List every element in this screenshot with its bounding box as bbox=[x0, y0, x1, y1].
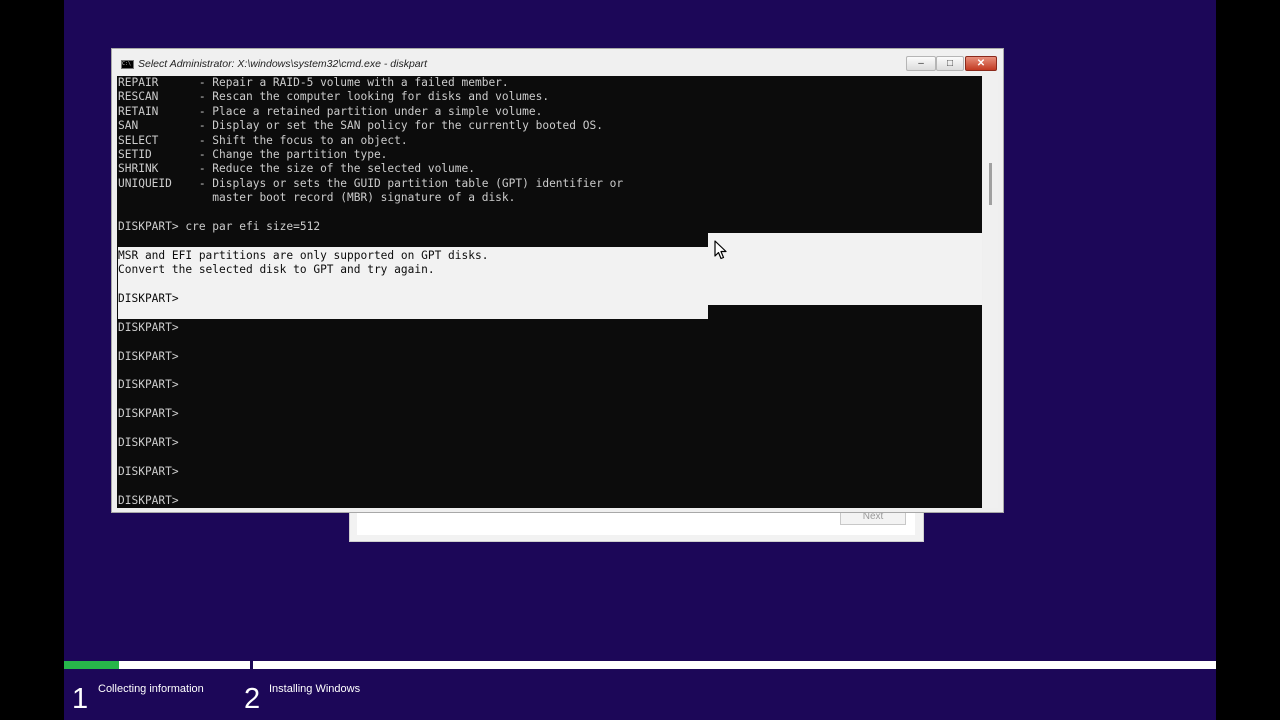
close-button[interactable]: ✕ bbox=[965, 56, 997, 71]
console-line: DISKPART> bbox=[118, 320, 179, 334]
step-1-number: 1 bbox=[72, 683, 89, 715]
step-2-number: 2 bbox=[244, 683, 261, 715]
title-bar[interactable]: C:\ Select Administrator: X:\windows\sys… bbox=[112, 49, 1003, 76]
setup-progress-fill bbox=[64, 661, 120, 669]
console-line: SETID - Change the partition type. bbox=[118, 148, 388, 161]
console-line: MSR and EFI partitions are only supporte… bbox=[118, 248, 489, 262]
text-selection-highlight-extension bbox=[708, 233, 982, 305]
command-prompt-window[interactable]: C:\ Select Administrator: X:\windows\sys… bbox=[111, 48, 1004, 513]
console-line: DISKPART> bbox=[118, 493, 179, 507]
console-line: DISKPART> bbox=[118, 464, 179, 478]
console-line: SHRINK - Reduce the size of the selected… bbox=[118, 162, 475, 176]
console-line: UNIQUEID - Displays or sets the GUID par… bbox=[118, 176, 624, 190]
console-line: DISKPART> bbox=[118, 292, 179, 305]
console-line: DISKPART> bbox=[118, 349, 179, 363]
console-line: RESCAN - Rescan the computer looking for… bbox=[118, 90, 550, 104]
mouse-pointer-icon bbox=[714, 240, 727, 260]
progress-step-divider bbox=[250, 661, 253, 669]
step-1-label: Collecting information bbox=[98, 683, 204, 695]
console-line: SELECT - Shift the focus to an object. bbox=[118, 133, 408, 147]
console-icon: C:\ bbox=[121, 60, 134, 69]
setup-progress-track bbox=[64, 661, 1216, 669]
vertical-scrollbar[interactable] bbox=[983, 76, 998, 508]
scrollbar-thumb[interactable] bbox=[989, 163, 992, 205]
letterbox-left bbox=[0, 0, 64, 720]
console-line: RETAIN - Place a retained partition unde… bbox=[118, 104, 543, 118]
letterbox-right bbox=[1216, 0, 1280, 720]
console-line: DISKPART> cre par efi size=512 bbox=[118, 220, 321, 233]
console-output[interactable]: REPAIR - Repair a RAID-5 volume with a f… bbox=[117, 76, 982, 508]
window-title: Select Administrator: X:\windows\system3… bbox=[138, 58, 428, 70]
maximize-button[interactable]: □ bbox=[936, 56, 964, 71]
console-line: DISKPART> bbox=[118, 407, 179, 421]
console-line: DISKPART> bbox=[118, 436, 179, 449]
console-line: SAN - Display or set the SAN policy for … bbox=[118, 119, 603, 133]
step-2-label: Installing Windows bbox=[269, 683, 361, 695]
console-line: Convert the selected disk to GPT and try… bbox=[118, 263, 435, 277]
console-line: REPAIR - Repair a RAID-5 volume with a f… bbox=[118, 76, 509, 89]
console-line: DISKPART> bbox=[118, 378, 179, 392]
console-line: master boot record (MBR) signature of a … bbox=[118, 191, 516, 205]
minimize-button[interactable]: – bbox=[906, 56, 936, 71]
